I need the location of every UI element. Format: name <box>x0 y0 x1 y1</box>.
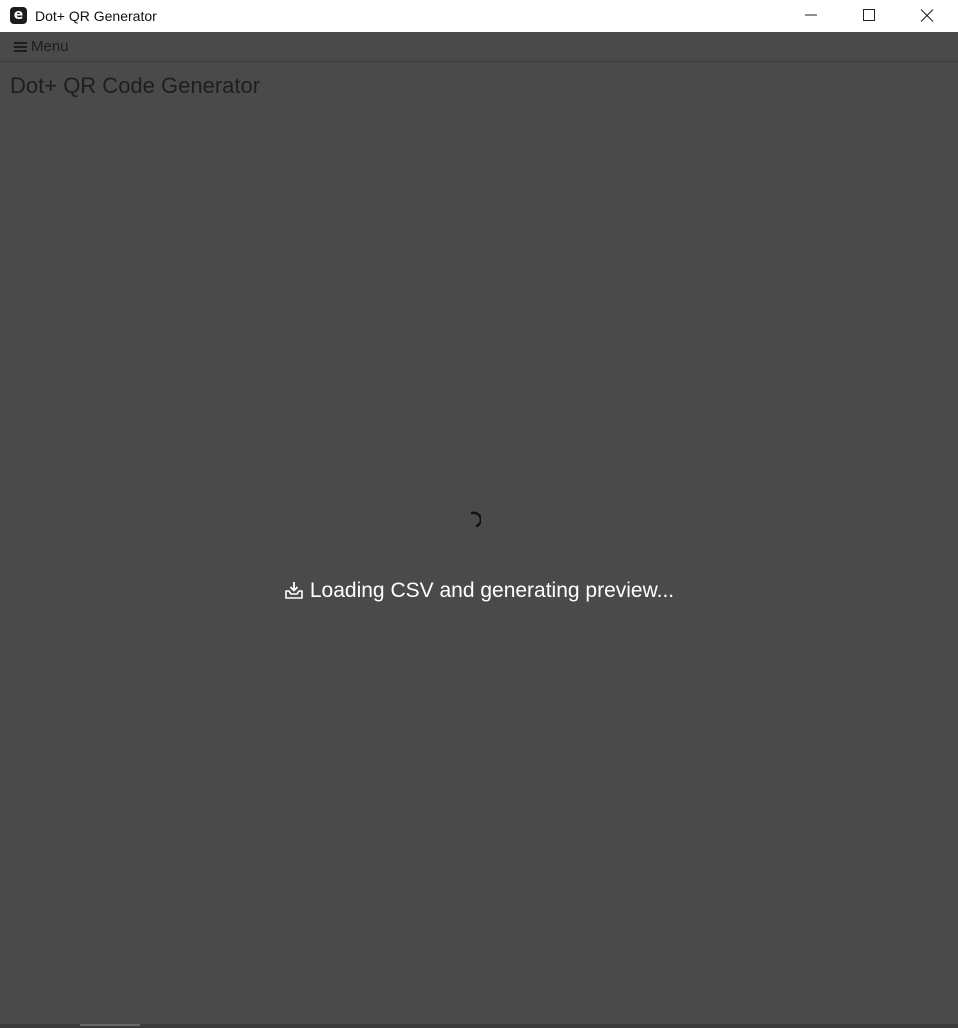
minimize-icon <box>805 14 817 16</box>
loading-status: Loading CSV and generating preview... <box>0 576 958 606</box>
menu-button[interactable]: Menu <box>8 36 75 58</box>
app-e-icon: e <box>10 7 27 24</box>
spinner-icon <box>470 511 481 528</box>
bottom-tab-indicator <box>80 1024 140 1026</box>
close-button[interactable] <box>904 0 950 32</box>
menu-label: Menu <box>31 38 69 55</box>
minimize-button[interactable] <box>788 0 834 32</box>
bottom-edge <box>0 1024 958 1028</box>
hamburger-icon <box>14 42 27 52</box>
maximize-icon <box>863 9 875 21</box>
menu-bar: Menu <box>0 32 958 62</box>
inbox-tray-icon <box>285 582 303 599</box>
maximize-button[interactable] <box>846 0 892 32</box>
loading-text: Loading CSV and generating preview... <box>309 579 675 602</box>
close-icon <box>920 9 934 22</box>
window-title: Dot+ QR Generator <box>35 8 157 24</box>
page-title: Dot+ QR Code Generator <box>10 73 261 98</box>
window-titlebar: e Dot+ QR Generator <box>0 0 958 32</box>
